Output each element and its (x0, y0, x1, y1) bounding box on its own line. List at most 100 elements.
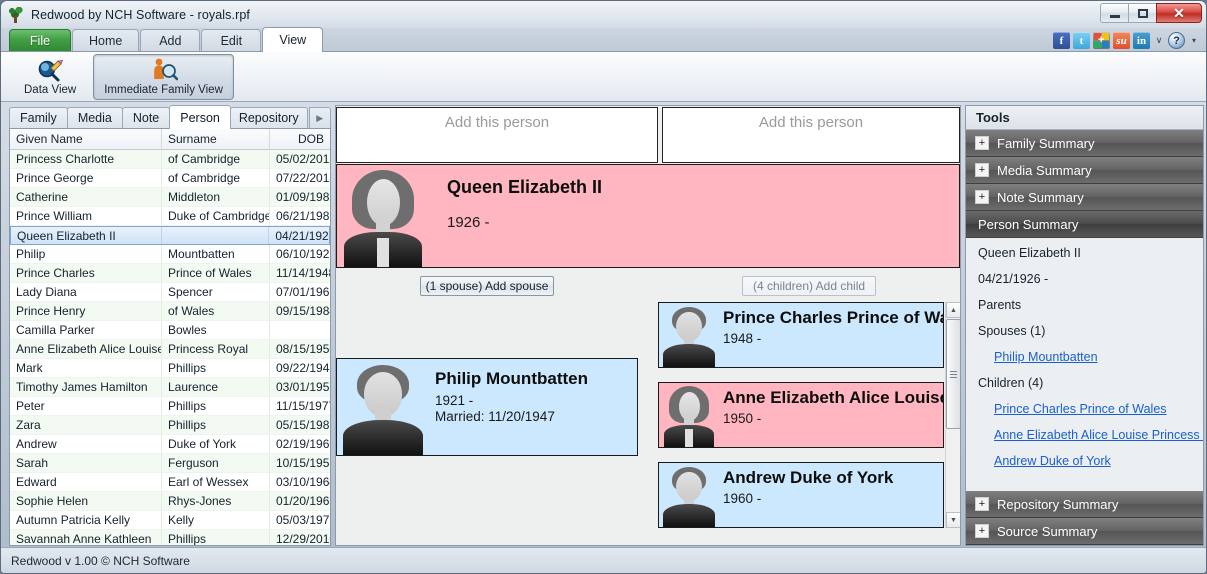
table-row[interactable]: ZaraPhillips05/15/1981 (10, 416, 330, 435)
table-row[interactable]: Lady DianaSpencer07/01/1961 (10, 283, 330, 302)
data-view-button[interactable]: Data View (13, 54, 87, 100)
table-cell (270, 321, 330, 339)
table-cell: Duke of Cambridge (162, 207, 270, 225)
table-row[interactable]: Prince Henryof Wales09/15/1984 (10, 302, 330, 321)
table-row[interactable]: Timothy James HamiltonLaurence03/01/1955 (10, 378, 330, 397)
spouse-married-date: Married: 11/20/1947 (435, 409, 588, 424)
tree-icon (8, 7, 24, 23)
summary-child-link[interactable]: Anne Elizabeth Alice Louise Princess Roy… (994, 428, 1203, 442)
section-person-summary[interactable]: Person Summary (966, 211, 1203, 238)
tab-media[interactable]: Media (67, 107, 123, 128)
table-row[interactable]: Queen Elizabeth II04/21/1926 (10, 226, 330, 245)
stumbleupon-icon[interactable]: su (1113, 32, 1130, 49)
tab-overflow-arrow-icon[interactable]: ▶ (309, 107, 331, 128)
main-person-card[interactable]: Queen Elizabeth II 1926 - (336, 164, 960, 268)
column-header-given-name[interactable]: Given Name (10, 129, 162, 150)
table-cell: Mark (10, 359, 162, 377)
table-row[interactable]: CatherineMiddleton01/09/1982 (10, 188, 330, 207)
tab-person[interactable]: Person (169, 105, 231, 129)
add-parent-right-placeholder[interactable]: Add this person (662, 107, 960, 163)
summary-child-link[interactable]: Prince Charles Prince of Wales (994, 402, 1203, 416)
add-parent-left-placeholder[interactable]: Add this person (336, 107, 658, 163)
scroll-up-icon[interactable]: ▲ (946, 302, 960, 318)
table-cell: Princess Charlotte (10, 150, 162, 168)
table-cell: Zara (10, 416, 162, 434)
ribbon-tab-home[interactable]: Home (72, 29, 139, 51)
child-card[interactable]: Andrew Duke of York1960 - (658, 462, 944, 528)
section-source-summary[interactable]: + Source Summary (966, 518, 1203, 545)
table-row[interactable]: Savannah Anne KathleenPhillips12/29/2010 (10, 530, 330, 545)
summary-spouse-link[interactable]: Philip Mountbatten (994, 350, 1203, 364)
summary-parents-label: Parents (978, 298, 1203, 312)
summary-children-label: Children (4) (978, 376, 1203, 390)
main-person-info: Queen Elizabeth II 1926 - (429, 165, 602, 267)
tab-repository[interactable]: Repository (230, 107, 308, 128)
grid-body[interactable]: Princess Charlotteof Cambridge05/02/2015… (10, 150, 330, 545)
table-row[interactable]: SarahFerguson10/15/1959 (10, 454, 330, 473)
table-row[interactable]: Sophie HelenRhys-Jones01/20/1965 (10, 492, 330, 511)
ribbon-tab-file[interactable]: File (9, 29, 71, 51)
restore-button[interactable] (1128, 3, 1157, 23)
tools-panel: Tools + Family Summary + Media Summary +… (965, 105, 1204, 546)
scrollbar-thumb[interactable] (946, 319, 960, 429)
entity-tab-strip: Family Media Note Person Repository ▶ (9, 105, 331, 129)
scroll-down-icon[interactable]: ▼ (946, 512, 960, 528)
ribbon-tab-add[interactable]: Add (140, 29, 200, 51)
table-cell: Laurence (162, 378, 270, 396)
table-cell: Prince George (10, 169, 162, 187)
table-row[interactable]: Anne Elizabeth Alice LouisePrincess Roya… (10, 340, 330, 359)
table-row[interactable]: Prince WilliamDuke of Cambridge06/21/198… (10, 207, 330, 226)
table-row[interactable]: PeterPhillips11/15/1977 (10, 397, 330, 416)
table-row[interactable]: Prince Georgeof Cambridge07/22/2013 (10, 169, 330, 188)
tab-note[interactable]: Note (122, 107, 170, 128)
spouse-card[interactable]: Philip Mountbatten 1921 - Married: 11/20… (336, 358, 638, 456)
close-button[interactable]: ✕ (1156, 3, 1202, 23)
twitter-icon[interactable]: t (1073, 32, 1090, 49)
table-row[interactable]: EdwardEarl of Wessex03/10/1964 (10, 473, 330, 492)
minimize-button[interactable] (1100, 3, 1129, 23)
child-years: 1948 - (723, 331, 944, 346)
table-row[interactable]: PhilipMountbatten06/10/1921 (10, 245, 330, 264)
table-cell: Spencer (162, 283, 270, 301)
ribbon-tab-edit[interactable]: Edit (201, 29, 261, 51)
child-card[interactable]: Anne Elizabeth Alice Louise Princess Roy… (658, 382, 944, 448)
chevron-down-icon[interactable]: ∨ (1153, 35, 1165, 46)
add-child-button[interactable]: (4 children) Add child (742, 276, 876, 296)
add-spouse-button[interactable]: (1 spouse) Add spouse (420, 276, 554, 296)
window-controls: ✕ (1101, 3, 1202, 23)
share-icon[interactable]: + (1093, 32, 1110, 49)
table-cell: Phillips (162, 416, 270, 434)
avatar (659, 303, 719, 367)
summary-person-dates: 04/21/1926 - (978, 272, 1203, 286)
section-note-summary[interactable]: + Note Summary (966, 184, 1203, 211)
tab-family[interactable]: Family (9, 107, 68, 128)
ribbon-tab-view[interactable]: View (262, 27, 323, 52)
table-row[interactable]: Autumn Patricia KellyKelly05/03/1978 (10, 511, 330, 530)
help-dropdown-icon[interactable]: ▾ (1188, 36, 1200, 45)
child-card[interactable]: Prince Charles Prince of Wales 1948 - (658, 302, 944, 368)
tools-panel-title: Tools (966, 106, 1203, 130)
children-scrollbar[interactable]: ▲ ▼ (945, 302, 960, 528)
section-repository-summary[interactable]: + Repository Summary (966, 491, 1203, 518)
table-row[interactable]: Princess Charlotteof Cambridge05/02/2015 (10, 150, 330, 169)
table-row[interactable]: MarkPhillips09/22/1948 (10, 359, 330, 378)
linkedin-icon[interactable]: in (1133, 32, 1150, 49)
ribbon-tab-strip: File Home Add Edit View f t + su in ∨ ? … (1, 28, 1206, 52)
table-cell: 01/20/1965 (270, 492, 330, 510)
table-row[interactable]: AndrewDuke of York02/19/1960 (10, 435, 330, 454)
column-header-surname[interactable]: Surname (162, 129, 270, 150)
section-media-summary[interactable]: + Media Summary (966, 157, 1203, 184)
table-row[interactable]: Camilla ParkerBowles (10, 321, 330, 340)
summary-child-link[interactable]: Andrew Duke of York (994, 454, 1203, 468)
table-cell: Kelly (162, 511, 270, 529)
table-row[interactable]: Prince CharlesPrince of Wales11/14/1948 (10, 264, 330, 283)
child-name: Prince Charles Prince of Wales (723, 308, 944, 328)
facebook-icon[interactable]: f (1053, 32, 1070, 49)
table-cell: Autumn Patricia Kelly (10, 511, 162, 529)
column-header-dob[interactable]: DOB (270, 129, 330, 150)
help-icon[interactable]: ? (1168, 32, 1185, 49)
section-family-summary[interactable]: + Family Summary (966, 130, 1203, 157)
immediate-family-view-button[interactable]: Immediate Family View (93, 54, 234, 100)
expand-icon: + (975, 190, 989, 204)
table-cell: Queen Elizabeth II (11, 227, 162, 244)
